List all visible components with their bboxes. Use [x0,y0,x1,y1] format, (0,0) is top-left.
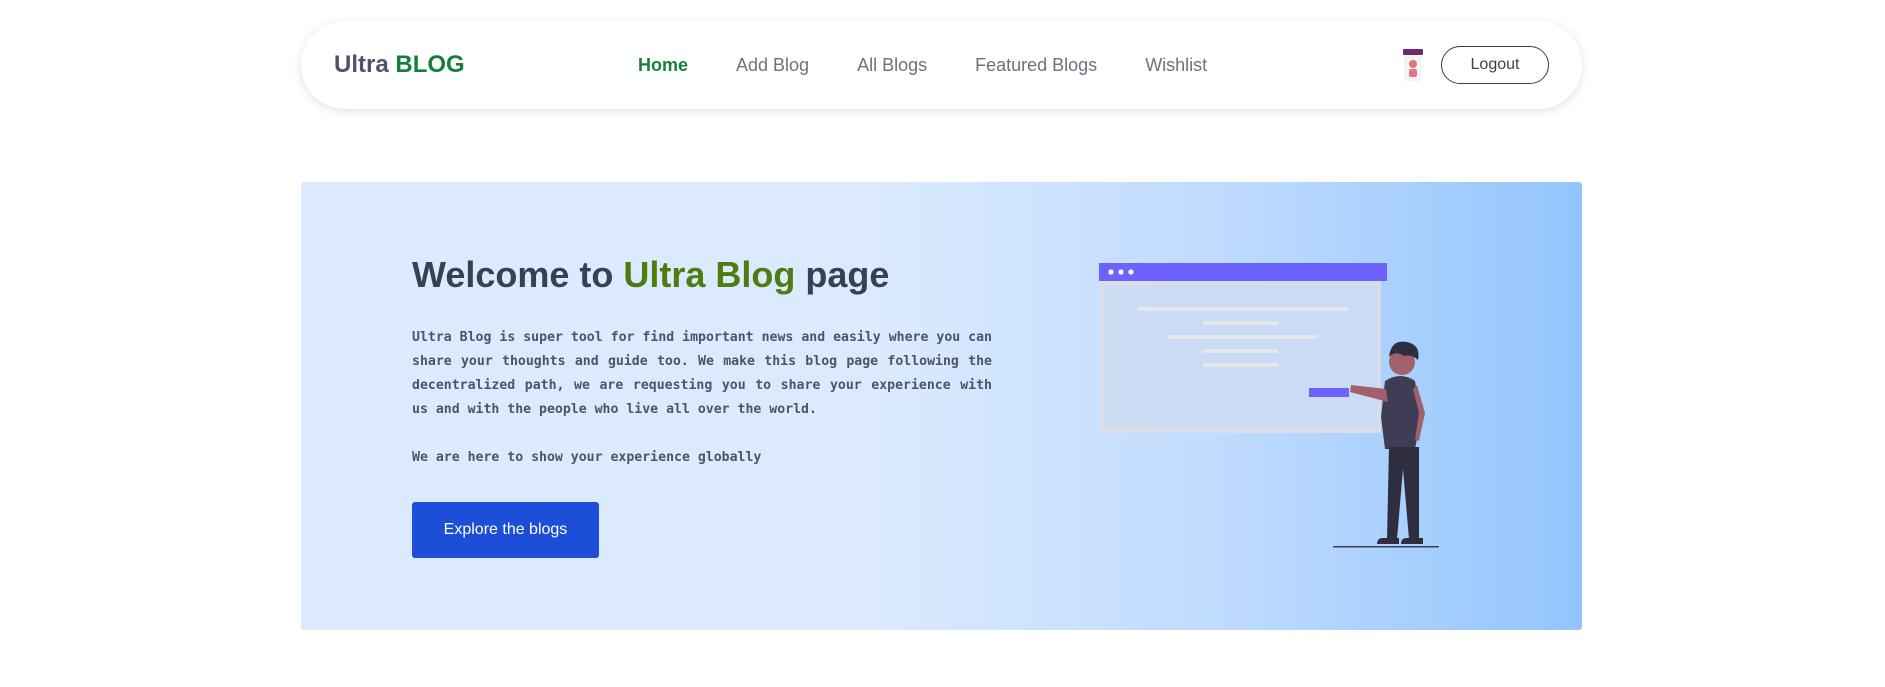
navbar: Ultra BLOG Home Add Blog All Blogs Featu… [301,21,1582,109]
hero-banner: Welcome to Ultra Blog page Ultra Blog is… [301,182,1582,630]
user-avatar-icon[interactable] [1402,48,1424,82]
hero-title-suffix: page [805,254,890,295]
person-presenting-illustration [1093,257,1449,577]
nav-link-home[interactable]: Home [638,55,688,76]
nav-link-wishlist[interactable]: Wishlist [1145,55,1207,76]
nav-link-featured-blogs[interactable]: Featured Blogs [975,55,1097,76]
hero-tagline: We are here to show your experience glob… [412,450,762,465]
nav-link-add-blog[interactable]: Add Blog [736,55,809,76]
hero-description: Ultra Blog is super tool for find import… [412,330,992,417]
nav-links: Home Add Blog All Blogs Featured Blogs W… [638,55,1207,76]
logout-button[interactable]: Logout [1441,46,1549,84]
hero-title-prefix: Welcome to [412,254,614,295]
hero-title: Welcome to Ultra Blog page [412,254,889,296]
brand-logo[interactable]: Ultra BLOG [334,51,465,79]
hero-title-accent: Ultra Blog [623,254,796,295]
nav-link-all-blogs[interactable]: All Blogs [857,55,927,76]
explore-blogs-button[interactable]: Explore the blogs [412,502,599,558]
brand-prefix: Ultra [334,51,389,78]
brand-accent: BLOG [395,51,465,78]
